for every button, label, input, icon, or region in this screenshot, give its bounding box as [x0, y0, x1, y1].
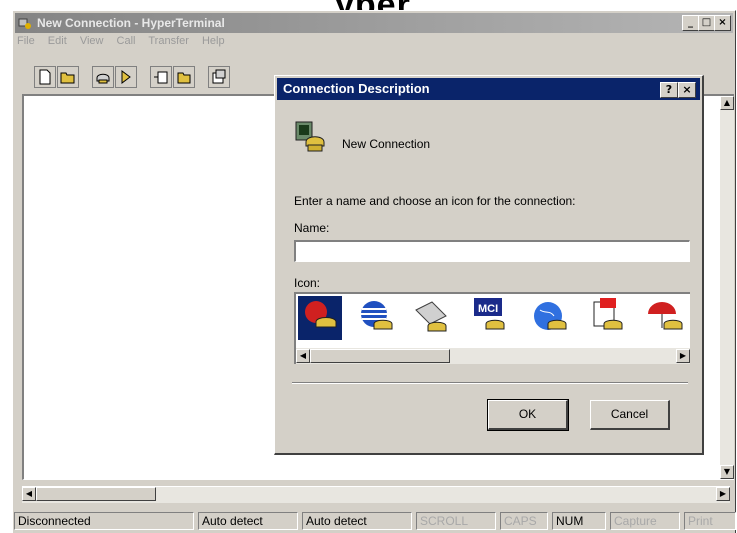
icon-scroll-thumb[interactable] — [310, 349, 450, 363]
umbrella-icon[interactable] — [644, 296, 688, 340]
disconnect-icon[interactable] — [115, 66, 137, 88]
maximize-button[interactable]: □ — [698, 15, 715, 31]
status-detect-1: Auto detect — [198, 512, 298, 530]
properties-icon[interactable] — [208, 66, 230, 88]
horizontal-scroll-thumb[interactable] — [36, 487, 156, 501]
status-caps: CAPS — [500, 512, 548, 530]
name-label: Name: — [294, 221, 330, 235]
window-titlebar[interactable]: New Connection - HyperTerminal _ □ × — [15, 13, 733, 33]
icon-scroll-left-icon[interactable]: ◀ — [296, 349, 310, 363]
dialog-close-button[interactable]: × — [678, 82, 696, 98]
horizontal-scrollbar[interactable]: ◀ ▶ — [22, 486, 730, 503]
scroll-up-icon[interactable]: ▲ — [720, 96, 734, 110]
menu-help[interactable]: Help — [202, 35, 225, 47]
ok-button[interactable]: OK — [487, 399, 569, 431]
icon-list[interactable]: MCI ◀ ▶ — [294, 292, 690, 364]
menu-file[interactable]: File — [17, 35, 35, 47]
menu-view[interactable]: View — [80, 35, 104, 47]
status-print: Print — [684, 512, 736, 530]
dialog-titlebar[interactable]: Connection Description ? × — [277, 78, 700, 100]
instruction-text: Enter a name and choose an icon for the … — [294, 194, 576, 208]
dialog-separator — [292, 382, 688, 384]
new-connection-icon — [295, 121, 325, 152]
dialog-heading: New Connection — [342, 137, 431, 151]
connect-icon[interactable] — [92, 66, 114, 88]
menu-transfer[interactable]: Transfer — [148, 35, 189, 47]
menu-bar: File Edit View Call Transfer Help — [17, 35, 235, 53]
menu-edit[interactable]: Edit — [48, 35, 67, 47]
status-bar: Disconnected Auto detect Auto detect SCR… — [14, 510, 736, 530]
phone-red-icon[interactable] — [298, 296, 342, 340]
connection-description-dialog: Connection Description ? × — [274, 75, 704, 455]
scroll-right-icon[interactable]: ▶ — [716, 487, 730, 501]
new-icon[interactable] — [34, 66, 56, 88]
receive-icon[interactable] — [173, 66, 195, 88]
window-title: New Connection - HyperTerminal — [37, 16, 225, 30]
icon-scroll-right-icon[interactable]: ▶ — [676, 349, 690, 363]
minimize-button[interactable]: _ — [682, 15, 699, 31]
cancel-button[interactable]: Cancel — [590, 400, 670, 430]
help-button[interactable]: ? — [660, 82, 678, 98]
scroll-left-icon[interactable]: ◀ — [22, 487, 36, 501]
status-connection: Disconnected — [14, 512, 194, 530]
status-detect-2: Auto detect — [302, 512, 412, 530]
document-icon[interactable] — [586, 296, 630, 340]
dialog-title: Connection Description — [283, 81, 430, 96]
status-num: NUM — [552, 512, 606, 530]
name-input[interactable] — [294, 240, 690, 262]
mci-icon-text: MCI — [478, 303, 498, 315]
icon-label: Icon: — [294, 276, 321, 290]
open-icon[interactable] — [57, 66, 79, 88]
icon-list-scrollbar[interactable]: ◀ ▶ — [296, 348, 690, 364]
close-button[interactable]: × — [714, 15, 731, 31]
status-capture: Capture — [610, 512, 680, 530]
hyperterminal-app-icon — [18, 18, 31, 29]
mci-icon[interactable]: MCI — [470, 296, 514, 340]
globe-striped-icon[interactable] — [354, 296, 398, 340]
globe-blue-icon[interactable] — [528, 296, 572, 340]
fax-icon[interactable] — [410, 296, 454, 340]
menu-call[interactable]: Call — [117, 35, 136, 47]
scroll-down-icon[interactable]: ▼ — [720, 465, 734, 479]
send-icon[interactable] — [150, 66, 172, 88]
status-scroll: SCROLL — [416, 512, 496, 530]
vertical-scrollbar[interactable]: ▲ ▼ — [720, 96, 734, 479]
